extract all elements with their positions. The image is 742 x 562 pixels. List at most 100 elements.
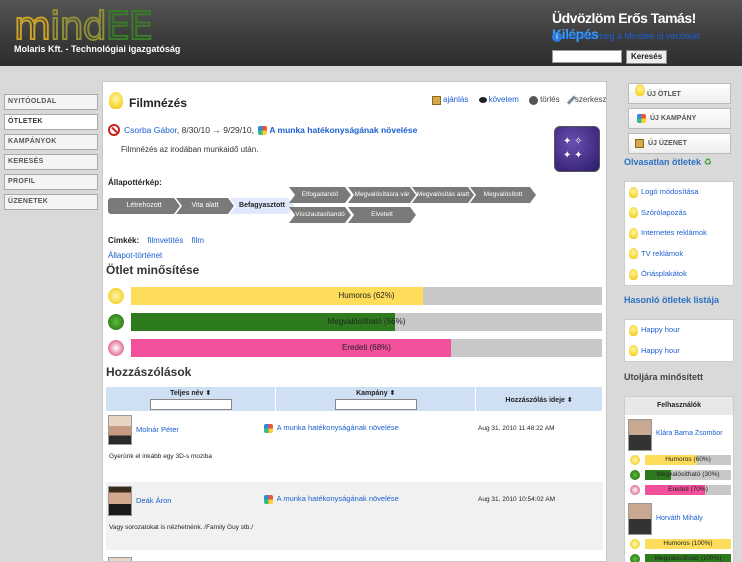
author-link[interactable]: Csorba Gábor [124,125,177,135]
recommend-label: ajánlás [443,95,469,105]
rating-title: Ötlet minősítése [106,263,200,277]
state-implemented[interactable]: Megvalósított [470,187,536,203]
list-item[interactable]: Szórólapozás [625,203,733,224]
user-rating-bar-label: Humoros (60%) [665,456,711,463]
lightbulb-icon [629,227,638,239]
column-fullname-label: Teljes név ⬍ [170,390,212,397]
new-idea-button[interactable]: ÚJ ÖTLET [628,83,731,104]
comment-campaign[interactable]: A munka hatékonyságának növelése [262,494,399,504]
user-rating-bar: Eredeti (70%) [645,485,731,495]
tag-link[interactable]: filmvetítés [147,236,183,245]
follow-action[interactable]: követem [478,95,523,104]
smiley-icon [630,455,640,465]
state-history-link[interactable]: Állapot-történet [108,251,162,260]
nav-item-profile[interactable]: PROFIL [4,174,98,190]
nav-item-home[interactable]: NYITÓOLDAL [4,94,98,110]
list-item[interactable]: Óriásplakátok [625,264,733,285]
header-bar: mindEE Molaris Kft. - Technológiai igazg… [0,0,742,66]
campaign-filter-input[interactable] [334,399,417,410]
tag-link[interactable]: film [192,236,204,245]
fullname-filter-input[interactable] [149,399,232,410]
info-icon: i [552,32,562,42]
new-message-button[interactable]: ÚJ ÜZENET [628,133,731,154]
list-item[interactable]: Logó módosítása [625,182,733,203]
search-button[interactable]: Keresés [626,50,668,64]
state-in-progress[interactable]: Megvalósítás alatt [412,187,474,203]
mindee-logo[interactable]: mindEE [13,4,154,48]
new-campaign-button[interactable]: ÚJ KAMPÁNY [628,108,731,129]
column-fullname[interactable]: Teljes név ⬍ [106,387,277,411]
user-rating-bar: Megvalósítható (30%) [645,470,731,480]
smiley-icon[interactable] [108,288,124,304]
list-item[interactable]: Happy hour [625,341,733,362]
state-debate[interactable]: Vita alatt [176,198,234,214]
welcome-greeting: Üdvözlöm Erős Tamás! [552,10,696,26]
list-item[interactable]: Happy hour [625,320,733,341]
rating-bar-label: Eredeti (68%) [342,343,391,352]
unread-ideas-title[interactable]: Olvasatlan ötletek ♻ [624,157,712,168]
delete-action[interactable]: törlés [529,95,564,105]
rating-bar-label: Megvalósítható (56%) [327,317,406,326]
similar-ideas-list: Happy hour Happy hour [624,319,734,362]
column-campaign[interactable]: Kampány ⬍ [275,387,477,411]
campaign-link[interactable]: A munka hatékonyságának növelése [269,125,417,135]
list-item[interactable]: Internetes reklámok [625,223,733,244]
user-link[interactable]: Klára Barna Zsombor [656,430,723,437]
user-rating-bar: Humoros (100%) [645,539,731,549]
avatar [108,557,132,561]
user-rating-bar-label: Megvalósítható (30%) [656,471,720,478]
nav-item-campaigns[interactable]: KAMPÁNYOK [4,134,98,150]
edit-action[interactable]: szerkesztés [566,95,607,105]
gear-icon[interactable] [108,314,124,330]
similar-ideas-title: Hasonló ötletek listája [624,295,720,305]
user-link[interactable]: Horváth Mihály [656,515,703,522]
comment-campaign-label: A munka hatékonyságának növelése [276,423,399,432]
recommend-icon [432,95,441,105]
comments-header-row: Teljes név ⬍ Kampány ⬍ Hozzászólás ideje… [106,387,603,411]
state-accepted[interactable]: Elfogadandó [289,187,351,203]
avatar [628,503,652,535]
search-input[interactable] [552,50,622,63]
list-item-label: Óriásplakátok [641,269,687,278]
user-rating-bar: Megvalósítható (100%) [645,554,731,562]
nav-item-ideas[interactable]: ÖTLETEK [4,114,98,130]
tags-label: Cimkék: [108,236,140,245]
no-entry-icon [108,124,120,136]
edit-label: szerkesztés [574,95,607,105]
comment-author-link[interactable]: Deák Áron [136,496,171,505]
list-item-label: TV reklámok [641,248,684,258]
recommend-action[interactable]: ajánlás [432,95,472,105]
nav-item-messages[interactable]: ÜZENETEK [4,194,98,210]
list-item-label: Logó módosítása [641,187,699,196]
list-item-label: Internetes reklámok [641,228,707,237]
comment-date: Aug 31, 2010 10:54:02 AM [478,496,555,503]
comments-table: Teljes név ⬍ Kampány ⬍ Hozzászólás ideje… [106,387,603,411]
comments-title: Hozzászólások [106,365,192,379]
comment-text: Vagy sorozatokat is nézhetnénk. /Family … [109,524,254,531]
column-date[interactable]: Hozzászólás ideje ⬍ [475,387,603,411]
campaign-icon [637,113,646,123]
flower-icon [630,485,640,495]
main-navigation: NYITÓOLDAL ÖTLETEK KAMPÁNYOK KERESÉS PRO… [4,94,98,214]
logo-part: EE [105,4,154,48]
list-item-label: Happy hour [641,345,680,355]
tags-row: Cimkék: filmvetítés film [108,236,204,245]
info-link[interactable]: i Ismerje meg a Mindee új verzióját [552,31,700,42]
campaign-icon [264,423,273,433]
user-rating-bar-label: Megvalósítható (100%) [654,555,722,562]
rating-bar: Humoros (62%) [131,287,602,305]
rating-bar-label: Humoros (62%) [338,291,395,300]
state-rejected[interactable]: Elvetett [348,207,416,223]
idea-panel: Filmnézés ajánlás követem törlés szerkes… [102,81,607,562]
nav-item-search[interactable]: KERESÉS [4,154,98,170]
constellation-image [554,126,600,172]
lightbulb-icon [109,92,123,109]
state-frozen[interactable]: Befagyasztott [230,198,294,214]
state-implement-candidate[interactable]: Megvalósításra vár [348,187,416,203]
state-withdrawn[interactable]: Visszautasítandó [289,207,351,223]
comment-author-link[interactable]: Molnár Péter [136,425,179,434]
list-item[interactable]: TV reklámok [625,244,733,265]
state-created[interactable]: Létrehozott [108,198,180,214]
comment-campaign[interactable]: A munka hatékonyságának növelése [262,423,399,433]
flower-icon[interactable] [108,340,124,356]
